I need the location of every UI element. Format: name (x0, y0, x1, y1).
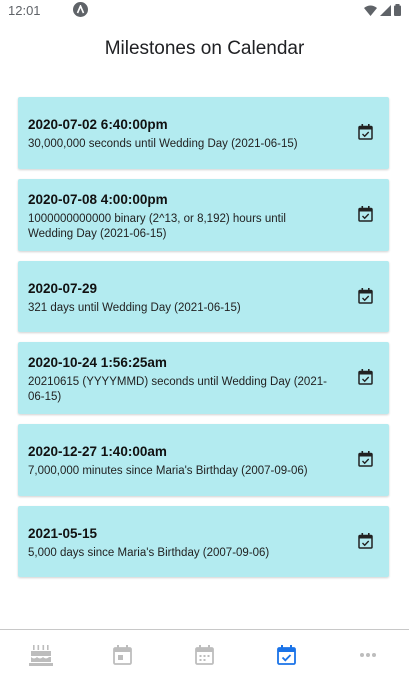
milestone-card[interactable]: 2020-07-29 321 days until Wedding Day (2… (18, 261, 389, 332)
signal-icon (380, 4, 391, 16)
milestone-date: 2021-05-15 (28, 526, 98, 541)
milestone-date: 2020-07-08 4:00:00pm (28, 192, 168, 207)
milestone-description: 30,000,000 seconds until Wedding Day (20… (28, 138, 298, 150)
nav-milestones[interactable] (245, 630, 327, 679)
milestone-description: 5,000 days since Maria's Birthday (2007-… (28, 547, 270, 559)
calendar-check-icon (276, 644, 296, 665)
bottom-nav (0, 630, 409, 679)
wifi-icon (364, 5, 377, 16)
nav-birthdays[interactable] (0, 630, 82, 679)
cake-icon (28, 644, 53, 666)
status-time: 12:01 (8, 3, 41, 18)
milestone-card[interactable]: 2020-12-27 1:40:00am 7,000,000 minutes s… (18, 424, 389, 496)
milestone-description: 1000000000000 binary (2^13, or 8,192) ho… (28, 213, 286, 240)
calendar-today-icon (113, 644, 133, 665)
milestone-date: 2020-07-29 (28, 281, 98, 296)
nav-calendar-day[interactable] (82, 630, 164, 679)
calendar-check-icon[interactable] (358, 288, 373, 304)
milestone-date: 2020-12-27 1:40:00am (28, 444, 167, 459)
milestone-description: 7,000,000 minutes since Maria's Birthday… (28, 465, 308, 477)
milestone-description: 321 days until Wedding Day (2021-06-15) (28, 302, 241, 314)
nav-more[interactable] (327, 630, 409, 679)
calendar-check-icon[interactable] (358, 369, 373, 385)
calendar-check-icon[interactable] (358, 124, 373, 140)
milestone-card[interactable]: 2020-07-02 6:40:00pm 30,000,000 seconds … (18, 97, 389, 169)
app-notification-icon (73, 2, 88, 17)
status-bar: 12:01 (0, 0, 409, 22)
milestone-description: 20210615 (YYYYMMD) seconds until Wedding… (28, 376, 327, 403)
milestone-list: 2020-07-02 6:40:00pm 30,000,000 seconds … (18, 97, 389, 577)
milestone-card[interactable]: 2020-07-08 4:00:00pm 1000000000000 binar… (18, 179, 389, 251)
nav-calendar-month[interactable] (164, 630, 246, 679)
milestone-card[interactable]: 2021-05-15 5,000 days since Maria's Birt… (18, 506, 389, 577)
status-icons (364, 4, 401, 16)
milestone-date: 2020-07-02 6:40:00pm (28, 117, 168, 132)
calendar-check-icon[interactable] (358, 451, 373, 467)
calendar-month-icon (195, 644, 214, 665)
calendar-check-icon[interactable] (358, 206, 373, 222)
page-title: Milestones on Calendar (104, 38, 305, 59)
milestone-card[interactable]: 2020-10-24 1:56:25am 20210615 (YYYYMMD) … (18, 342, 389, 414)
battery-icon (394, 4, 401, 16)
calendar-check-icon[interactable] (358, 533, 373, 549)
more-horizontal-icon (360, 652, 377, 657)
milestone-date: 2020-10-24 1:56:25am (28, 355, 167, 370)
